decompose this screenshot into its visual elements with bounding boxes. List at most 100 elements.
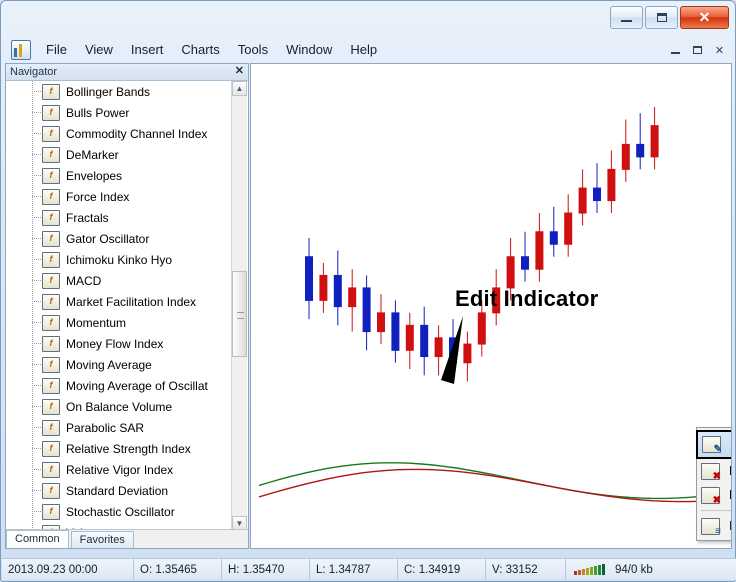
indicator-icon: f: [42, 440, 60, 457]
menu-file[interactable]: File: [37, 39, 76, 60]
tree-connector: [32, 427, 42, 428]
tree-item-label: Bulls Power: [66, 105, 130, 120]
title-bar: ✕: [1, 1, 735, 37]
candle-body: [506, 256, 515, 289]
tree-connector: [32, 238, 42, 239]
tree-item-standard-deviation[interactable]: f Standard Deviation: [6, 480, 248, 501]
menu-charts[interactable]: Charts: [172, 39, 228, 60]
tree-item-label: Fractals: [66, 210, 109, 225]
tree-item-bollinger-bands[interactable]: f Bollinger Bands: [6, 81, 248, 102]
candle-body: [405, 324, 414, 351]
tree-item-commodity-channel-index[interactable]: f Commodity Channel Index: [6, 123, 248, 144]
tree-connector: [32, 133, 42, 134]
candle-body: [650, 125, 659, 158]
tree-item-moving-average[interactable]: f Moving Average: [6, 354, 248, 375]
context-menu-item-delete-indicator[interactable]: ✖ Delete Indicator: [697, 459, 731, 483]
callout-arrow: [441, 316, 463, 384]
tree-item-label: Commodity Channel Index: [66, 126, 208, 141]
tree-item-bulls-power[interactable]: f Bulls Power: [6, 102, 248, 123]
indicator-icon: f: [42, 83, 60, 100]
scroll-up-icon[interactable]: ▲: [232, 81, 247, 96]
indicator-icon: f: [42, 167, 60, 184]
tab-common[interactable]: Common: [6, 530, 69, 548]
candle-body: [305, 256, 313, 301]
indicator-icon: f: [42, 377, 60, 394]
tab-favorites[interactable]: Favorites: [70, 531, 134, 548]
mdi-minimize-button[interactable]: [665, 40, 686, 60]
indicator-icon: f: [42, 209, 60, 226]
tree-connector: [32, 217, 42, 218]
chart-area[interactable]: Edit Indicator ✎ RVI(10) properties... ✖…: [250, 63, 732, 549]
tree-connector: [32, 280, 42, 281]
tree-item-on-balance-volume[interactable]: f On Balance Volume: [6, 396, 248, 417]
window-maximize-button[interactable]: [645, 6, 678, 29]
indicator-icon: f: [42, 335, 60, 352]
indicator-icon: f: [42, 461, 60, 478]
tree-item-label: Momentum: [66, 315, 127, 330]
indicator-icon: f: [42, 272, 60, 289]
context-menu-item-delete-indicator-window[interactable]: ✖ Delete Indicator Window: [697, 483, 731, 507]
navigator-scrollbar[interactable]: ▲ ▼: [231, 81, 247, 531]
mdi-restore-button[interactable]: [687, 40, 708, 60]
mdi-close-button[interactable]: ✕: [709, 40, 730, 60]
mt4-main-window: ✕ File View Insert Charts Tools Window H…: [0, 0, 736, 582]
tree-item-moving-average-of-oscillat[interactable]: f Moving Average of Oscillat: [6, 375, 248, 396]
tree-item-relative-strength-index[interactable]: f Relative Strength Index: [6, 438, 248, 459]
candle-body: [564, 212, 573, 245]
menu-tools[interactable]: Tools: [229, 39, 277, 60]
menu-view[interactable]: View: [76, 39, 122, 60]
tree-item-money-flow-index[interactable]: f Money Flow Index: [6, 333, 248, 354]
tree-connector: [32, 385, 42, 386]
navigator-close-icon[interactable]: ✕: [235, 65, 244, 77]
menu-help[interactable]: Help: [341, 39, 386, 60]
tree-item-macd[interactable]: f MACD: [6, 270, 248, 291]
restore-icon: [693, 46, 702, 54]
tree-item-parabolic-sar[interactable]: f Parabolic SAR: [6, 417, 248, 438]
navigator-tree[interactable]: f Bollinger Bands f Bulls Power f Commodity C…: [6, 81, 248, 531]
tree-item-market-facilitation-index[interactable]: f Market Facilitation Index: [6, 291, 248, 312]
window-close-button[interactable]: ✕: [680, 6, 729, 29]
tree-item-label: DeMarker: [66, 147, 119, 162]
tree-connector: [32, 91, 42, 92]
menu-window[interactable]: Window: [277, 39, 341, 60]
tree-item-demarker[interactable]: f DeMarker: [6, 144, 248, 165]
tree-item-force-index[interactable]: f Force Index: [6, 186, 248, 207]
tree-connector: [32, 175, 42, 176]
context-menu-item-indicators-list[interactable]: ≡ Indicators List Ctrl+I: [697, 514, 731, 538]
tree-item-ichimoku-kinko-hyo[interactable]: f Ichimoku Kinko Hyo: [6, 249, 248, 270]
tree-item-gator-oscillator[interactable]: f Gator Oscillator: [6, 228, 248, 249]
tree-item-label: On Balance Volume: [66, 399, 173, 414]
candle-body: [549, 231, 558, 245]
tree-item-relative-vigor-index[interactable]: f Relative Vigor Index: [6, 459, 248, 480]
status-close: C: 1.34919: [398, 559, 486, 580]
indicator-icon: f: [42, 125, 60, 142]
status-open: O: 1.35465: [134, 559, 222, 580]
tree-item-momentum[interactable]: f Momentum: [6, 312, 248, 333]
window-controls: ✕: [610, 6, 729, 29]
tree-connector: [32, 196, 42, 197]
tree-item-label: Relative Vigor Index: [66, 462, 174, 477]
tree-connector: [32, 511, 42, 512]
candle-body: [420, 324, 429, 358]
candle-body: [391, 312, 400, 351]
menu-insert[interactable]: Insert: [122, 39, 173, 60]
minimize-icon: [671, 52, 680, 54]
tree-item-fractals[interactable]: f Fractals: [6, 207, 248, 228]
tree-item-stochastic-oscillator[interactable]: f Stochastic Oscillator: [6, 501, 248, 522]
context-menu-item-rvi-properties[interactable]: ✎ RVI(10) properties...: [696, 430, 731, 459]
candlestick-series: [305, 106, 659, 382]
candle-body: [377, 312, 385, 333]
tree-item-envelopes[interactable]: f Envelopes: [6, 165, 248, 186]
tree-connector: [32, 301, 42, 302]
candle-body: [348, 287, 357, 308]
callout-label: Edit Indicator: [455, 286, 599, 311]
tree-item-label: MACD: [66, 273, 102, 288]
rvi-subwindow: [258, 462, 724, 503]
window-minimize-button[interactable]: [610, 6, 643, 29]
tree-connector: [32, 364, 42, 365]
indicators-list-icon: ≡: [701, 517, 721, 536]
indicator-icon: f: [42, 188, 60, 205]
candle-body: [621, 143, 630, 170]
context-menu-item-label: Delete Indicator: [729, 464, 731, 478]
scrollbar-thumb[interactable]: [232, 271, 247, 357]
